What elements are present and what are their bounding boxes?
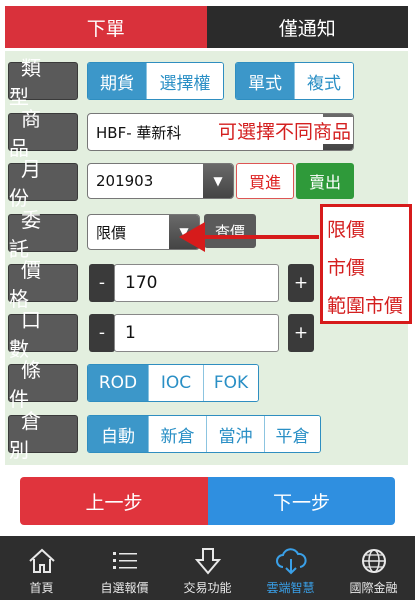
tab-notify-only[interactable]: 僅通知 — [206, 6, 408, 48]
tab-trade-label: 交易功能 — [183, 581, 232, 595]
product-value: HBF- 華新科 — [96, 123, 182, 142]
next-step-button[interactable]: 下一步 — [208, 477, 395, 525]
tab-place-order[interactable]: 下單 — [5, 6, 207, 48]
home-icon — [28, 548, 55, 573]
condition-segment: ROD IOC FOK — [87, 364, 259, 402]
order-type-value: 限價 — [96, 223, 127, 242]
quantity-minus-button[interactable]: - — [89, 314, 115, 352]
quantity-label: 口數 — [8, 308, 78, 361]
quantity-input[interactable]: 1 — [114, 314, 279, 352]
globe-icon — [361, 549, 386, 573]
price-plus-button[interactable]: + — [288, 264, 314, 302]
list-icon — [112, 552, 137, 569]
tab-international-label: 國際金融 — [349, 581, 398, 595]
condition-label: 條件 — [8, 358, 78, 411]
annotation-market: 市價 — [327, 257, 366, 279]
tab-watchlist[interactable]: 自選報價 — [83, 536, 166, 600]
order-mode-segment: 單式 複式 — [235, 62, 354, 100]
position-label: 倉別 — [8, 409, 78, 462]
bottom-tab-bar: 首頁 自選報價 交易功能 雲端智慧 國際金融 — [0, 536, 415, 600]
product-type-segment: 期貨 選擇權 — [87, 62, 224, 100]
annotation-range-market: 範圍市價 — [327, 295, 404, 317]
buy-button[interactable]: 買進 — [236, 163, 294, 199]
option-single[interactable]: 單式 — [236, 63, 294, 99]
order-type-annotation: 限價 市價 範圍市價 — [320, 204, 412, 324]
tab-cloud-label: 雲端智慧 — [266, 581, 315, 595]
price-minus-button[interactable]: - — [89, 264, 115, 302]
option-new[interactable]: 新倉 — [148, 416, 206, 452]
tab-home-label: 首頁 — [29, 581, 54, 595]
top-tabs: 下單 僅通知 — [5, 6, 408, 48]
tab-international[interactable]: 國際金融 — [332, 536, 415, 600]
price-label: 價格 — [8, 258, 78, 311]
product-annotation: 可選擇不同商品 — [216, 117, 354, 144]
option-futures[interactable]: 期貨 — [88, 63, 146, 99]
cloud-icon — [275, 548, 306, 575]
month-value: 201903 — [96, 172, 154, 190]
order-label: 委託 — [8, 208, 78, 261]
product-label: 商品 — [8, 107, 78, 160]
prev-step-button[interactable]: 上一步 — [20, 477, 208, 525]
quantity-plus-button[interactable]: + — [288, 314, 314, 352]
tab-home[interactable]: 首頁 — [0, 536, 83, 600]
option-options[interactable]: 選擇權 — [146, 63, 223, 99]
tab-trade[interactable]: 交易功能 — [166, 536, 249, 600]
option-close[interactable]: 平倉 — [264, 416, 320, 452]
option-ioc[interactable]: IOC — [148, 365, 203, 401]
dropdown-arrow-icon: ▼ — [203, 164, 233, 198]
option-fok[interactable]: FOK — [203, 365, 258, 401]
tab-watchlist-label: 自選報價 — [100, 581, 149, 595]
annotation-limit: 限價 — [327, 219, 366, 241]
tab-cloud[interactable]: 雲端智慧 — [249, 536, 332, 600]
option-combo[interactable]: 複式 — [294, 63, 353, 99]
month-select[interactable]: 201903 ▼ — [87, 163, 234, 199]
sell-button[interactable]: 賣出 — [296, 163, 354, 199]
annotation-arrow-icon — [179, 222, 319, 252]
month-label: 月份 — [8, 157, 78, 210]
option-rod[interactable]: ROD — [88, 365, 148, 401]
trade-icon — [194, 548, 221, 575]
option-auto[interactable]: 自動 — [88, 416, 148, 452]
option-daytrade[interactable]: 當沖 — [206, 416, 264, 452]
type-label: 類型 — [8, 56, 78, 109]
price-input[interactable]: 170 — [114, 264, 279, 302]
position-segment: 自動 新倉 當沖 平倉 — [87, 415, 321, 453]
